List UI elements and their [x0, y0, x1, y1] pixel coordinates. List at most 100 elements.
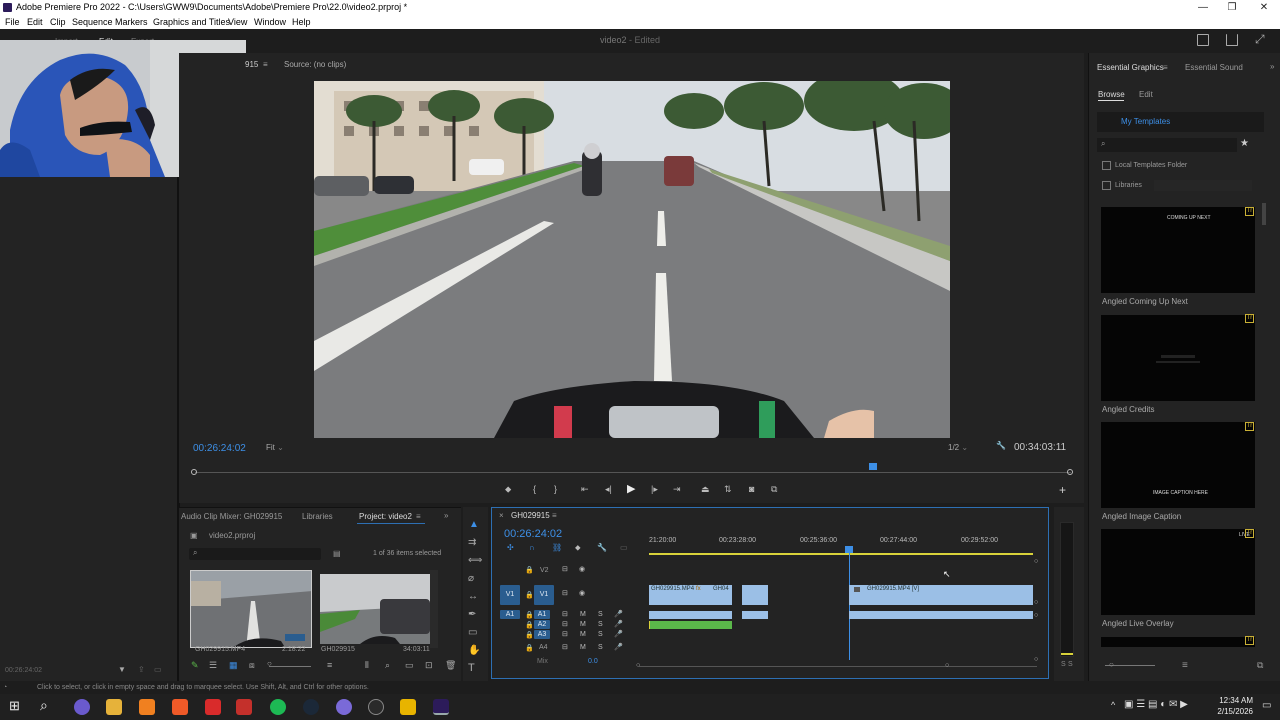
solo-button[interactable]: S: [598, 644, 603, 651]
templates-search-input[interactable]: ⌕: [1097, 138, 1237, 152]
add-button-icon[interactable]: +: [1059, 483, 1066, 497]
menu-graphics-titles[interactable]: Graphics and Titles: [153, 15, 230, 29]
template-thumb-credits[interactable]: [1101, 315, 1255, 401]
track-a1-label[interactable]: A1: [534, 610, 550, 619]
add-marker-icon[interactable]: ⬥: [505, 484, 511, 495]
freeform-view-icon[interactable]: ⧈: [249, 660, 255, 671]
list-view-icon[interactable]: ☰: [209, 660, 217, 671]
selection-tool-icon[interactable]: ▲: [469, 519, 479, 530]
menu-window[interactable]: Window: [254, 15, 286, 29]
timeline-settings-icon[interactable]: 🔧: [597, 543, 607, 552]
vertical-zoom-handle[interactable]: ○: [1034, 612, 1038, 619]
export-frame-icon[interactable]: ⇪: [138, 665, 145, 674]
lock-icon[interactable]: 🔒: [525, 631, 534, 639]
vertical-zoom-handle[interactable]: ○: [1034, 599, 1038, 606]
new-bin-icon[interactable]: ▤: [333, 549, 341, 558]
toggle-sync-icon[interactable]: ⊟: [562, 589, 568, 597]
captions-icon[interactable]: ▭: [620, 543, 628, 552]
pencil-icon[interactable]: ✎: [191, 660, 199, 671]
mark-in-icon[interactable]: {: [533, 484, 536, 494]
ripple-edit-tool-icon[interactable]: ⟺: [468, 555, 482, 566]
audio-clip[interactable]: [649, 611, 732, 619]
timeline-scroll-right-handle[interactable]: ○: [945, 662, 949, 669]
audio-clip[interactable]: [742, 611, 768, 619]
menu-edit[interactable]: Edit: [27, 15, 43, 29]
filter-icon[interactable]: ▼: [118, 665, 126, 674]
mute-button[interactable]: M: [580, 631, 586, 638]
compare-icon[interactable]: ⧉: [771, 484, 777, 495]
fullscreen-icon[interactable]: ⤢: [1255, 32, 1265, 47]
settings-icon[interactable]: ▭: [154, 665, 162, 674]
lock-icon[interactable]: 🔒: [525, 591, 534, 599]
go-to-in-icon[interactable]: ⇤: [581, 484, 589, 495]
snap-icon[interactable]: ∩: [529, 543, 535, 552]
nest-icon[interactable]: ✣: [507, 543, 514, 552]
app-icon-yellow[interactable]: [400, 699, 416, 715]
linked-selection-icon[interactable]: ⛓: [552, 543, 562, 552]
new-bin-bottom-icon[interactable]: ▭: [405, 660, 414, 671]
mute-button[interactable]: M: [580, 611, 586, 618]
lock-icon[interactable]: 🔒: [525, 611, 534, 619]
lock-icon[interactable]: 🔒: [525, 566, 534, 574]
lock-icon[interactable]: 🔒: [525, 644, 534, 652]
tab-libraries[interactable]: Libraries: [302, 512, 333, 521]
menu-clip[interactable]: Clip: [50, 15, 66, 29]
voiceover-mic-icon[interactable]: 🎤: [614, 610, 623, 618]
my-templates-button[interactable]: My Templates: [1097, 112, 1264, 132]
step-back-icon[interactable]: ◂|: [605, 484, 612, 495]
mute-button[interactable]: M: [580, 621, 586, 628]
toggle-sync-icon[interactable]: ⊟: [562, 620, 568, 628]
tab-essential-sound[interactable]: Essential Sound: [1185, 63, 1243, 72]
timeline-tab[interactable]: GH029915: [511, 511, 550, 520]
solo-left[interactable]: S: [1061, 661, 1066, 668]
menu-view[interactable]: View: [228, 15, 247, 29]
slip-tool-icon[interactable]: ↔: [468, 591, 478, 602]
project-sequence-thumbnail[interactable]: [320, 574, 430, 644]
program-timecode[interactable]: 00:26:24:02: [193, 442, 246, 454]
template-thumb-coming-up-next[interactable]: COMING UP NEXT: [1101, 207, 1255, 293]
source-patch-v1[interactable]: V1: [500, 585, 520, 605]
audio-clip[interactable]: [849, 611, 1033, 619]
subtab-edit[interactable]: Edit: [1139, 90, 1153, 99]
extract-icon[interactable]: ⇅: [724, 484, 732, 495]
mute-button[interactable]: M: [580, 644, 586, 651]
source-tab[interactable]: 915: [245, 60, 258, 69]
project-search-input[interactable]: ⌕: [189, 548, 321, 560]
eye-icon[interactable]: ◉: [579, 589, 585, 597]
mark-out-icon[interactable]: }: [554, 484, 557, 494]
play-icon[interactable]: ▶: [627, 482, 635, 495]
trash-icon[interactable]: 🗑: [445, 660, 456, 671]
icon-view-icon[interactable]: ▦: [229, 660, 238, 671]
app-icon-red[interactable]: [205, 699, 221, 715]
brave-icon[interactable]: [172, 699, 188, 715]
template-thumb-image-caption[interactable]: IMAGE CAPTION HERE: [1101, 422, 1255, 508]
templates-scrollbar[interactable]: [1262, 203, 1266, 225]
resolution-dropdown[interactable]: 1/2 ⌄: [948, 443, 968, 452]
pen-tool-icon[interactable]: ✒: [468, 609, 476, 620]
solo-button[interactable]: S: [598, 631, 603, 638]
track-a2-label[interactable]: A2: [534, 620, 550, 629]
solo-button[interactable]: S: [598, 621, 603, 628]
tab-audio-clip-mixer[interactable]: Audio Clip Mixer: GH029915: [181, 512, 282, 521]
libraries-dropdown[interactable]: [1154, 180, 1252, 191]
tab-project[interactable]: Project: video2: [359, 512, 412, 521]
audio-clip-green[interactable]: [649, 621, 732, 629]
timeline-scroll-left-handle[interactable]: ○: [636, 662, 640, 669]
voiceover-mic-icon[interactable]: 🎤: [614, 630, 623, 638]
subtab-browse[interactable]: Browse: [1098, 90, 1125, 99]
timeline-menu-icon[interactable]: ≡: [552, 511, 557, 520]
thumb-size-slider-handle[interactable]: ○: [1109, 660, 1114, 669]
restore-button[interactable]: ❐: [1220, 0, 1244, 15]
file-explorer-icon[interactable]: [106, 699, 122, 715]
workspaces-icon[interactable]: [1197, 34, 1209, 46]
search-icon[interactable]: ⌕: [40, 697, 48, 714]
close-tab-icon[interactable]: ×: [499, 511, 504, 520]
menu-sequence[interactable]: Sequence: [72, 15, 113, 29]
project-clip-thumbnail[interactable]: [190, 570, 312, 648]
razor-tool-icon[interactable]: ⌀: [468, 573, 474, 584]
panel-menu-icon[interactable]: ≡: [263, 60, 268, 69]
share-icon[interactable]: [1226, 34, 1238, 46]
fit-dropdown[interactable]: Fit ⌄: [266, 443, 284, 452]
add-marker-timeline-icon[interactable]: ⬥: [575, 543, 581, 553]
premiere-pro-taskbar-icon[interactable]: [433, 699, 449, 715]
